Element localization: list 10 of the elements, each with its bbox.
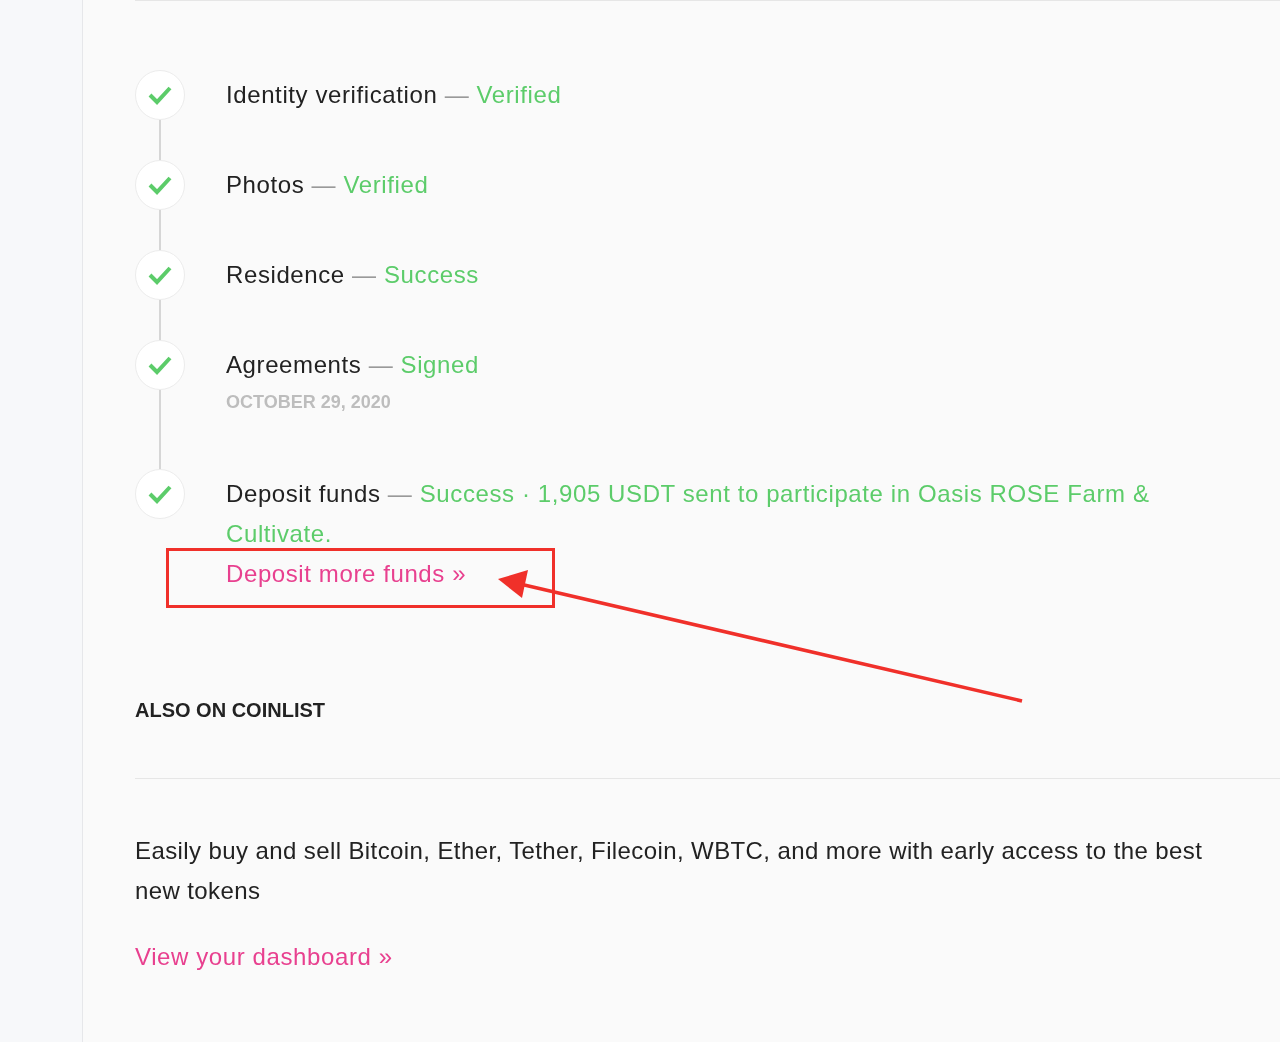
step-text: Identity verification — Verified — [226, 80, 562, 110]
step-text: Photos — Verified — [226, 170, 429, 200]
section-heading: ALSO ON COINLIST — [135, 698, 326, 723]
step-text: Residence — Success — [226, 260, 479, 290]
description-text: Easily buy and sell Bitcoin, Ether, Tether, Filecoin, WBTC, and more with early access to the best new tokens — [135, 836, 1204, 906]
step-date: OCTOBER 29, 2020 — [226, 391, 392, 414]
dashboard-link[interactable]: View your dashboard » — [135, 937, 393, 977]
step-text: Agreements — Signed — [226, 350, 479, 380]
deposit-link[interactable]: Deposit more funds » — [226, 554, 467, 594]
step-text: Deposit funds — Success · 1,905 USDT sent to participate in Oasis ROSE Farm & Cultivate. — [226, 479, 1151, 549]
